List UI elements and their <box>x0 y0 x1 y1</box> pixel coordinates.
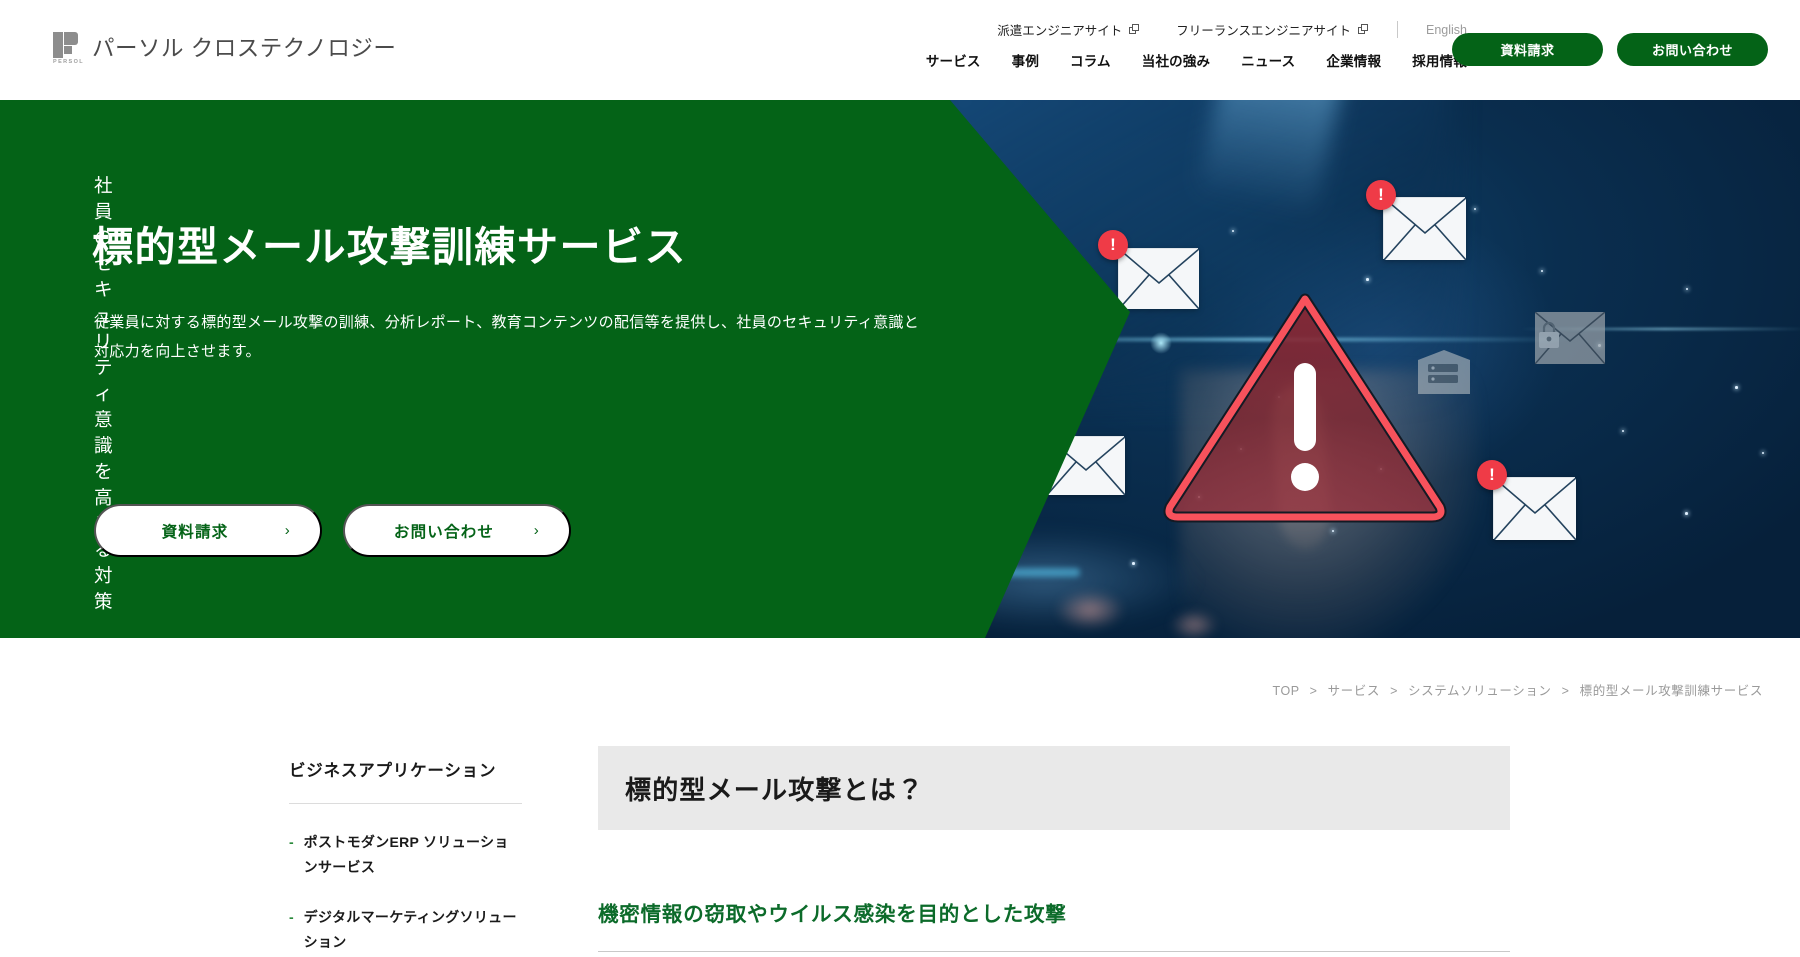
logo-mark-caption: PERSOL <box>53 59 85 65</box>
breadcrumb: TOP > サービス > システムソリューション > 標的型メール攻撃訓練サービ… <box>1272 680 1763 699</box>
hero-cta-group: 資料請求 › お問い合わせ › <box>94 504 571 557</box>
sidebar-title: ビジネスアプリケーション <box>289 762 497 780</box>
breadcrumb-separator: > <box>1561 684 1570 698</box>
nav-item-cases[interactable]: 事例 <box>1012 50 1039 70</box>
breadcrumb-item-top[interactable]: TOP <box>1272 684 1299 698</box>
external-link-icon <box>1129 24 1140 35</box>
breadcrumb-separator: > <box>1309 684 1318 698</box>
external-link-icon <box>1358 24 1369 35</box>
warning-triangle-icon <box>1160 285 1450 525</box>
sidebar-item-label-main: デジタルマーケティングソリューション <box>303 909 517 950</box>
utility-divider <box>1397 21 1398 38</box>
warning-triangle-glyph <box>1163 293 1447 523</box>
section-header: 標的型メール攻撃とは？ <box>598 746 1510 830</box>
sidebar-item-label: デジタルマーケティングソリューション Dynamics 365 Marketin… <box>304 905 522 957</box>
sidebar-item-label: ポストモダンERP ソリューションサービス <box>303 834 509 875</box>
logo-text: パーソル クロステクノロジー <box>92 36 397 61</box>
alert-badge: ! <box>1098 230 1128 260</box>
breadcrumb-item-system-solution[interactable]: システムソリューション <box>1408 684 1551 698</box>
header-document-request-button[interactable]: 資料請求 <box>1452 33 1603 66</box>
page-title: 標的型メール攻撃訓練サービス <box>92 224 687 270</box>
nav-item-column[interactable]: コラム <box>1070 50 1111 70</box>
nav-item-strengths[interactable]: 当社の強み <box>1142 50 1211 70</box>
alert-badge: ! <box>1366 180 1396 210</box>
main-nav: サービス 事例 コラム 当社の強み ニュース 企業情報 採用情報 <box>926 50 1467 70</box>
utility-link-freelance-label: フリーランスエンジニアサイト <box>1176 24 1351 38</box>
subsection-title: 機密情報の窃取やウイルス感染を目的とした攻撃 <box>598 903 1067 926</box>
hero-description: 従業員に対する標的型メール攻撃の訓練、分析レポート、教育コンテンツの配信等を提供… <box>94 314 920 360</box>
locked-email-icon <box>1534 311 1606 365</box>
sidebar: ビジネスアプリケーション - ポストモダンERP ソリューションサービス - デ… <box>289 757 522 957</box>
main-content: 標的型メール攻撃とは？ 機密情報の窃取やウイルス感染を目的とした攻撃 <box>598 746 1510 952</box>
chevron-right-icon: › <box>533 522 540 539</box>
sidebar-item-digital-marketing[interactable]: - デジタルマーケティングソリューション Dynamics 365 Market… <box>289 905 522 957</box>
subsection-divider <box>598 951 1510 952</box>
sidebar-divider <box>289 803 522 804</box>
utility-link-haken[interactable]: 派遣エンジニアサイト <box>997 20 1140 39</box>
chevron-right-icon: › <box>284 522 291 539</box>
persol-logo-icon: PERSOL <box>53 32 83 66</box>
alert-badge-char: ! <box>1489 465 1495 484</box>
utility-nav: 派遣エンジニアサイト フリーランスエンジニアサイト English <box>997 20 1467 39</box>
header-contact-button[interactable]: お問い合わせ <box>1617 33 1768 66</box>
envelope-glyph <box>1494 478 1576 540</box>
section-title: 標的型メール攻撃とは？ <box>625 774 925 805</box>
envelope-glyph <box>1384 198 1466 260</box>
breadcrumb-item-service[interactable]: サービス <box>1328 684 1380 698</box>
hero-document-request-button[interactable]: 資料請求 › <box>94 504 322 557</box>
sidebar-list: - ポストモダンERP ソリューションサービス - デジタルマーケティングソリュ… <box>289 830 522 957</box>
alert-badge-char: ! <box>1110 235 1116 254</box>
header-cta-group: 資料請求 お問い合わせ <box>1452 33 1768 66</box>
page-root: PERSOL パーソル クロステクノロジー 派遣エンジニアサイト フリーランスエ… <box>0 0 1800 957</box>
nav-item-company[interactable]: 企業情報 <box>1326 50 1381 70</box>
bullet-dash-icon: - <box>289 909 294 925</box>
sidebar-item-postmodern-erp[interactable]: - ポストモダンERP ソリューションサービス <box>289 830 522 880</box>
nav-item-news[interactable]: ニュース <box>1241 50 1295 70</box>
alert-badge-char: ! <box>1378 185 1384 204</box>
alert-badge: ! <box>1477 460 1507 490</box>
site-logo[interactable]: PERSOL パーソル クロステクノロジー <box>53 32 396 66</box>
locked-envelope-glyph <box>1534 311 1606 365</box>
site-header: PERSOL パーソル クロステクノロジー 派遣エンジニアサイト フリーランスエ… <box>0 0 1800 100</box>
utility-link-haken-label: 派遣エンジニアサイト <box>997 24 1123 38</box>
bullet-dash-icon: - <box>289 834 294 850</box>
hero-section: ! ! ! 社員のセキュリティ意識を高 対策 標的型メール攻撃訓練サービス 従業… <box>0 100 1800 638</box>
email-envelope-icon <box>1383 197 1466 260</box>
breadcrumb-separator: > <box>1390 684 1398 698</box>
email-envelope-icon <box>1493 477 1576 540</box>
hero-contact-button[interactable]: お問い合わせ › <box>343 504 571 557</box>
breadcrumb-item-current: 標的型メール攻撃訓練サービス <box>1579 684 1763 698</box>
utility-link-freelance[interactable]: フリーランスエンジニアサイト <box>1176 20 1369 39</box>
nav-item-service[interactable]: サービス <box>926 50 981 70</box>
